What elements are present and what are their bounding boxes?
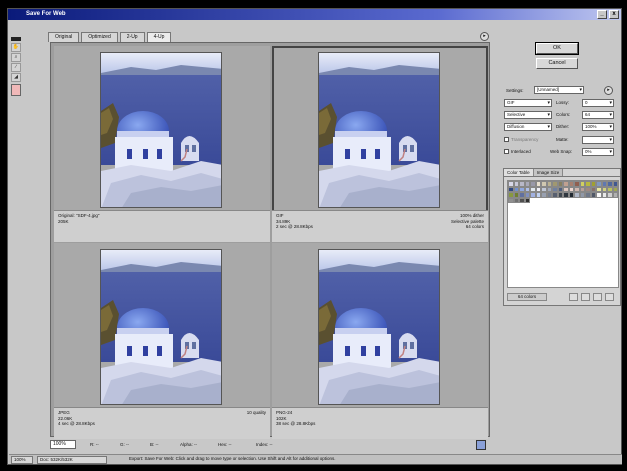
preview-bottom-bar: 100% R: -- G: -- B: -- Alpha: -- Hex: --… [48, 439, 488, 451]
eyedropper-tool-icon[interactable]: ∕ [11, 63, 21, 72]
reduction-select[interactable]: Selective [504, 111, 552, 119]
settings-select[interactable]: [Unnamed] [534, 86, 584, 94]
toolbox: ✋ ⌕ ∕ ◢ [11, 37, 22, 277]
hand-tool-icon[interactable]: ✋ [11, 43, 21, 52]
interlaced-checkbox[interactable] [504, 149, 509, 154]
dither-field[interactable]: 100% [582, 123, 614, 131]
transparency-checkbox[interactable] [504, 137, 509, 142]
view-tabs: Original Optimized 2-Up 4-Up [48, 32, 172, 42]
swatch-cells [508, 181, 618, 203]
matte-label: Matte: [556, 137, 569, 142]
preview-image [318, 249, 440, 405]
websnap-label: Web Snap: [550, 149, 573, 154]
pane-info-line: 4 sec @ 28.8Kbps [58, 421, 95, 426]
tab-color-table[interactable]: Color Table [504, 169, 534, 176]
dither-label: Dither: [556, 124, 570, 129]
readout-r: R: -- [90, 442, 99, 447]
toolbox-mark [11, 37, 21, 41]
tab-4-up[interactable]: 4-Up [146, 32, 172, 42]
status-doc-size: Doc: 532K/532K [37, 456, 107, 464]
web-shift-icon[interactable] [581, 293, 590, 301]
pane-info-line: 2 sec @ 28.8Kbps [276, 224, 313, 229]
preview-area: Original: "SDF-4.jpg" 205K GIF 34.89K 2 sec… [50, 42, 490, 439]
pane-info-line: 205K [58, 218, 69, 224]
pane-info: Original: "SDF-4.jpg" 205K [54, 210, 270, 242]
transparency-label: Transparency [511, 137, 539, 142]
lossy-field[interactable]: 0 [582, 99, 614, 107]
tab-2-up[interactable]: 2-Up [119, 32, 145, 42]
preview-image [318, 52, 440, 208]
settings-menu-icon[interactable]: ▸ [604, 86, 613, 95]
tab-original[interactable]: Original [48, 32, 80, 42]
color-swatch[interactable] [524, 197, 530, 203]
preview-pane-png[interactable]: PNG-24 102K 38 sec @ 28.8Kbps [272, 243, 488, 439]
color-swatch[interactable] [612, 192, 618, 198]
preview-menu-icon[interactable]: ▸ [480, 32, 489, 41]
new-color-icon[interactable] [593, 293, 602, 301]
settings-label: Settings: [506, 88, 524, 93]
color-table-tabs: Color Table Image Size [504, 169, 620, 177]
eyedropper-color-swatch[interactable] [11, 84, 21, 96]
status-hint: Export: Save For Web: Click and drag to … [129, 456, 336, 461]
delete-color-icon[interactable] [605, 293, 614, 301]
matte-select[interactable] [582, 136, 614, 144]
interlaced-label: Interlaced [511, 149, 531, 154]
color-table-grid [507, 180, 619, 288]
preview-image [100, 249, 222, 405]
color-table-footer: 64 colors [507, 293, 619, 302]
preview-in-browser-icon[interactable] [476, 440, 486, 450]
save-for-web-window: Save For Web _ x ✋ ⌕ ∕ ◢ Original Optimi… [7, 8, 622, 465]
preview-pane-gif[interactable]: GIF 34.89K 2 sec @ 28.8Kbps 100% dither Sel… [272, 46, 488, 242]
pane-info-line: 64 colors [465, 224, 484, 229]
websnap-field[interactable]: 0% [582, 148, 614, 156]
window-titlebar: Save For Web _ x [8, 9, 621, 20]
window-title: Save For Web [26, 11, 66, 17]
zoom-select[interactable]: 100% [50, 440, 76, 449]
pane-info-line: 10 quality [246, 410, 266, 415]
status-bar: 100% Doc: 532K/532K Export: Save For Web… [9, 454, 622, 464]
zoom-tool-icon[interactable]: ⌕ [11, 53, 21, 62]
color-table-panel: Color Table Image Size 64 colors [503, 168, 621, 306]
ok-button[interactable]: OK [535, 42, 579, 55]
color-count: 64 colors [507, 293, 547, 301]
tab-optimized[interactable]: Optimized [81, 32, 118, 42]
format-select[interactable]: GIF [504, 99, 552, 107]
slice-tool-icon[interactable]: ◢ [11, 73, 21, 82]
cancel-button[interactable]: Cancel [536, 58, 578, 69]
lossy-label: Lossy: [556, 100, 570, 105]
pane-info-line: Original: "SDF-4.jpg" [58, 213, 100, 218]
readout-index: Index: -- [256, 442, 273, 447]
readout-alpha: Alpha: -- [180, 442, 198, 447]
pane-info: GIF 34.89K 2 sec @ 28.8Kbps 100% dither Sel… [272, 210, 488, 242]
pane-info: JPEG 22.06K 4 sec @ 28.8Kbps 10 quality [54, 407, 270, 439]
readout-b: B: -- [150, 442, 159, 447]
readout-g: G: -- [120, 442, 129, 447]
colors-field[interactable]: 64 [582, 111, 614, 119]
settings-panel: OK Cancel Settings: [Unnamed] ▸ GIF Loss… [494, 32, 621, 437]
dither-algorithm-select[interactable]: Diffusion [504, 123, 552, 131]
tab-image-size[interactable]: Image Size [533, 169, 564, 176]
colors-label: Colors: [556, 112, 571, 117]
readout-hex: Hex: -- [218, 442, 232, 447]
pane-info-line: 38 sec @ 28.8Kbps [276, 421, 316, 426]
lock-color-icon[interactable] [569, 293, 578, 301]
close-button[interactable]: x [609, 10, 619, 19]
preview-image [100, 52, 222, 208]
preview-pane-original[interactable]: Original: "SDF-4.jpg" 205K [54, 46, 270, 242]
preview-pane-jpeg[interactable]: JPEG 22.06K 4 sec @ 28.8Kbps 10 quality [54, 243, 270, 439]
pane-info: PNG-24 102K 38 sec @ 28.8Kbps [272, 407, 488, 439]
minimize-button[interactable]: _ [597, 10, 607, 19]
status-zoom: 100% [11, 456, 33, 464]
